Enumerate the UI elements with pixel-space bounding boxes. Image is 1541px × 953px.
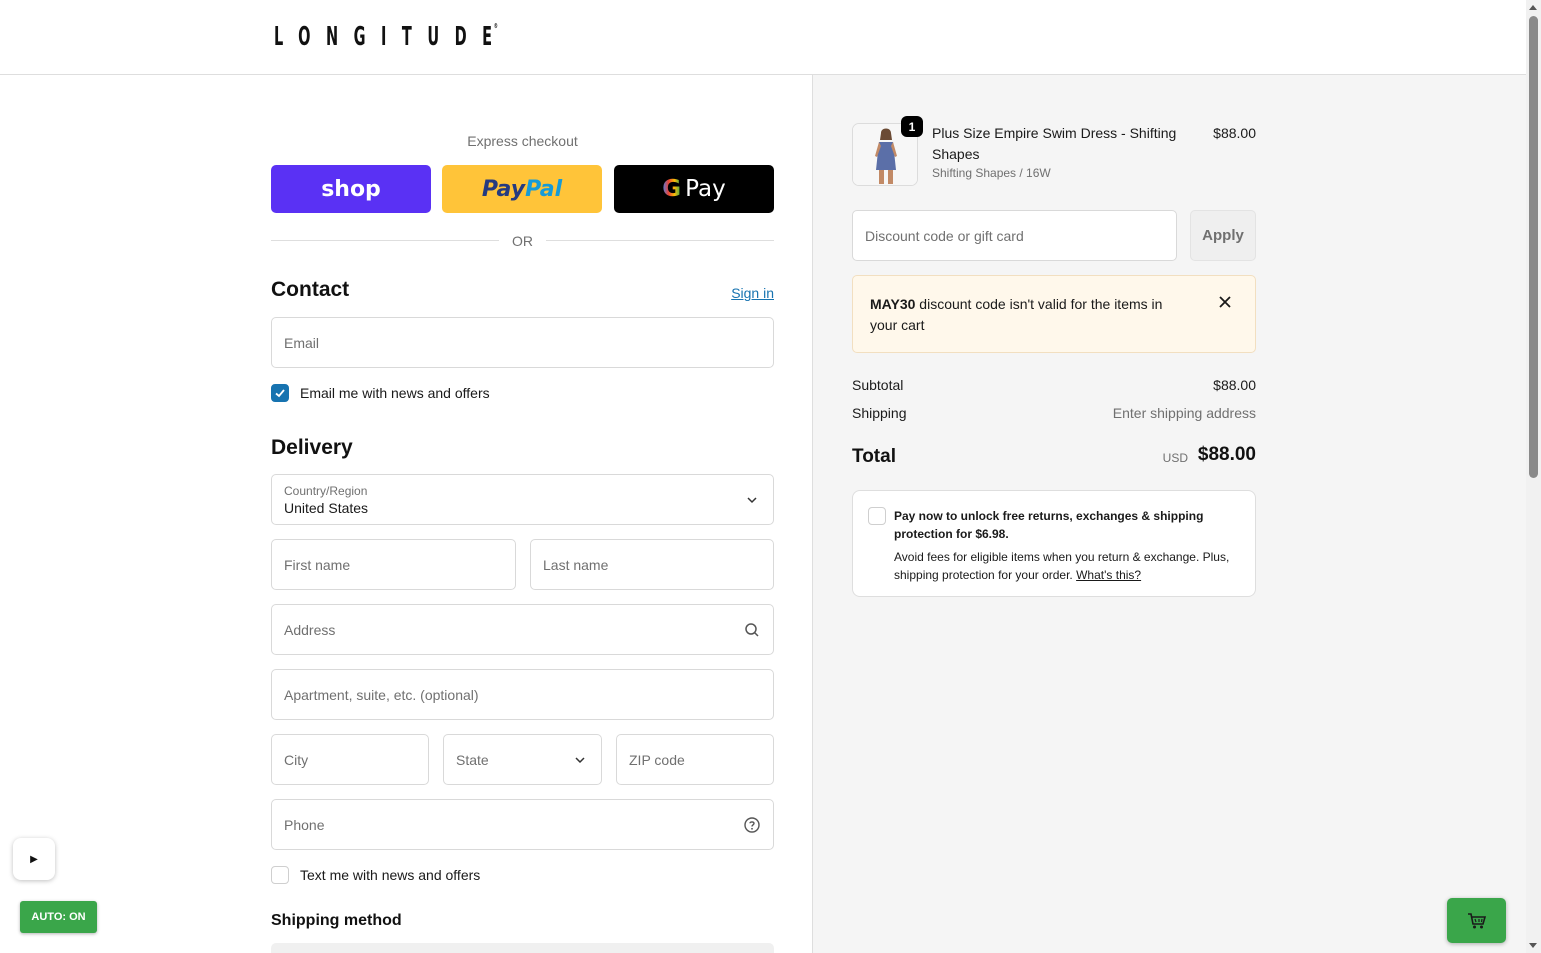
sms-optin-checkbox[interactable] bbox=[271, 866, 289, 884]
first-name-field[interactable]: First name bbox=[271, 539, 516, 590]
search-icon bbox=[745, 623, 759, 637]
close-icon[interactable] bbox=[1217, 294, 1233, 310]
email-field[interactable]: Email bbox=[271, 317, 774, 368]
discount-code: MAY30 bbox=[870, 296, 916, 312]
apartment-field[interactable]: Apartment, suite, etc. (optional) bbox=[271, 669, 774, 720]
address-field[interactable]: Address bbox=[271, 604, 774, 655]
email-optin-checkbox[interactable] bbox=[271, 384, 289, 402]
scroll-down-icon[interactable] bbox=[1529, 943, 1537, 948]
protection-title: Pay now to unlock free returns, exchange… bbox=[894, 509, 1204, 541]
google-g-icon: G bbox=[662, 176, 682, 202]
play-button[interactable]: ▶ bbox=[13, 838, 55, 880]
protection-checkbox[interactable] bbox=[868, 507, 886, 525]
total-row: Total USD $88.00 bbox=[852, 444, 1256, 467]
express-checkout-label: Express checkout bbox=[467, 133, 578, 149]
shipping-value: Enter shipping address bbox=[1112, 405, 1256, 421]
subtotal-value: $88.00 bbox=[1213, 377, 1256, 393]
shop-pay-button[interactable]: shop bbox=[271, 165, 431, 213]
delivery-heading: Delivery bbox=[271, 436, 353, 459]
quantity-badge: 1 bbox=[901, 116, 923, 137]
total-currency: USD bbox=[1162, 451, 1188, 465]
paypal-button[interactable]: Pay Pal bbox=[442, 165, 602, 213]
auto-toggle-button[interactable]: AUTO: ON bbox=[20, 901, 97, 933]
product-name: Plus Size Empire Swim Dress - Shifting S… bbox=[932, 125, 1177, 162]
brand-logo[interactable]: LONGITUDE® bbox=[274, 22, 498, 52]
sms-optin[interactable]: Text me with news and offers bbox=[271, 866, 480, 884]
page-scrollbar[interactable] bbox=[1526, 0, 1541, 953]
zip-field[interactable]: ZIP code bbox=[616, 734, 774, 785]
checkout-form-column: Express checkout shop Pay Pal G Pay OR Con… bbox=[0, 75, 812, 953]
country-select[interactable]: Country/Region United States bbox=[271, 474, 774, 525]
protection-body: Avoid fees for eligible items when you r… bbox=[894, 550, 1230, 582]
product-variant: Shifting Shapes / 16W bbox=[932, 166, 1051, 180]
help-icon[interactable] bbox=[743, 816, 761, 834]
discount-code-field[interactable]: Discount code or gift card bbox=[852, 210, 1177, 261]
google-pay-button[interactable]: G Pay bbox=[614, 165, 774, 213]
play-icon: ▶ bbox=[30, 853, 38, 865]
state-select[interactable]: State bbox=[443, 734, 602, 785]
cart-button[interactable] bbox=[1447, 898, 1506, 943]
apply-discount-button[interactable]: Apply bbox=[1190, 210, 1256, 261]
header: LONGITUDE® bbox=[0, 0, 1526, 75]
whats-this-link[interactable]: What's this? bbox=[1076, 568, 1141, 582]
scroll-up-icon[interactable] bbox=[1529, 5, 1537, 10]
shipping-method-panel bbox=[271, 943, 774, 953]
shipping-row: Shipping Enter shipping address bbox=[852, 405, 1256, 421]
sign-in-link[interactable]: Sign in bbox=[700, 285, 774, 301]
email-optin[interactable]: Email me with news and offers bbox=[271, 384, 490, 402]
discount-error-alert: MAY30 discount code isn't valid for the … bbox=[852, 275, 1256, 353]
checkmark-icon bbox=[275, 389, 285, 398]
shipping-method-heading: Shipping method bbox=[271, 912, 402, 929]
subtotal-row: Subtotal $88.00 bbox=[852, 377, 1256, 393]
total-value: $88.00 bbox=[1197, 444, 1256, 465]
cart-icon bbox=[1467, 912, 1486, 928]
order-summary-column: 1 Plus Size Empire Swim Dress - Shifting… bbox=[812, 75, 1526, 953]
phone-field[interactable]: Phone bbox=[271, 799, 774, 850]
product-price: $88.00 bbox=[1213, 125, 1256, 141]
city-field[interactable]: City bbox=[271, 734, 429, 785]
chevron-down-icon bbox=[575, 757, 585, 764]
scrollbar-thumb[interactable] bbox=[1529, 16, 1538, 478]
or-divider: OR bbox=[271, 231, 774, 251]
shipping-protection-box: Pay now to unlock free returns, exchange… bbox=[852, 490, 1256, 597]
contact-heading: Contact bbox=[271, 278, 350, 301]
chevron-down-icon bbox=[747, 497, 757, 504]
last-name-field[interactable]: Last name bbox=[530, 539, 774, 590]
